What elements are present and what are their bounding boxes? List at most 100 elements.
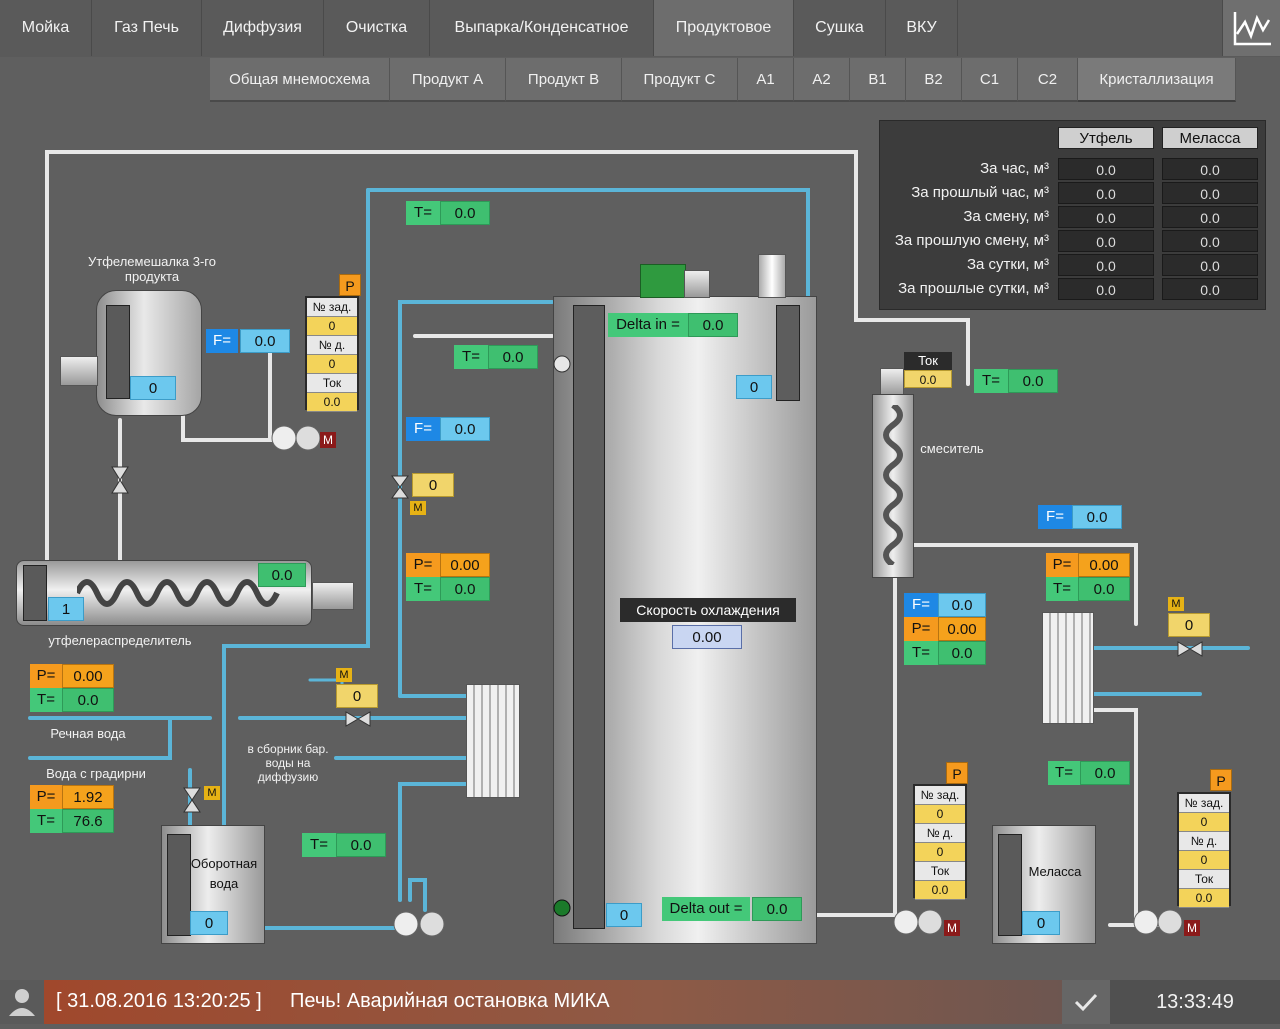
act-no-value: 0 <box>1179 851 1229 870</box>
pump-icon-3 <box>1133 909 1183 935</box>
mixer3-level: 0 <box>130 376 176 400</box>
stats-cell: 0.0 <box>1162 182 1258 204</box>
t-label-r2: T= <box>904 641 938 665</box>
valve-mid-value[interactable]: 0 <box>412 473 454 497</box>
p-r2-value: 0.00 <box>938 617 986 641</box>
cooling-rate-value: 0.00 <box>672 625 742 649</box>
t-tower-value: 76.6 <box>62 809 114 833</box>
acknowledge-button[interactable] <box>1062 980 1110 1024</box>
valve-right-value[interactable]: 0 <box>1168 613 1210 637</box>
set-no-value: 0 <box>1179 813 1229 832</box>
stats-row-label: За сутки, м³ <box>966 256 1049 273</box>
p-tower-value: 1.92 <box>62 785 114 809</box>
p-right-value: 0.00 <box>1078 553 1130 577</box>
valve-icon-mid[interactable] <box>390 474 410 500</box>
p-tag-3[interactable]: P <box>1210 769 1232 791</box>
alarm-message: Печь! Аварийная остановка МИКА <box>290 990 610 1012</box>
indicator-light-top-icon <box>553 355 571 373</box>
t-label-feed: T= <box>454 345 488 369</box>
pump-control-3[interactable]: № зад. 0 № д. 0 Ток 0.0 <box>1177 792 1231 908</box>
valve-river-value[interactable]: 0 <box>336 684 378 708</box>
distributor-value: 0.0 <box>258 563 306 587</box>
stats-cell: 0.0 <box>1058 230 1154 252</box>
t-label-r3: T= <box>1048 761 1080 785</box>
delta-out-label: Delta out = <box>662 897 750 921</box>
stats-header-utfel: Утфель <box>1058 127 1154 149</box>
t-top-value: 0.0 <box>440 201 490 225</box>
tank-level-top: 0 <box>736 375 772 399</box>
stats-row-label: За час, м³ <box>980 160 1049 177</box>
mixer-screw <box>872 394 914 578</box>
act-no-label: № д. <box>915 824 965 843</box>
p-label-r2: P= <box>904 617 938 641</box>
t-feed-value: 0.0 <box>488 345 538 369</box>
circulating-water-level: 0 <box>190 911 228 935</box>
valve-icon-tower[interactable] <box>182 786 202 814</box>
clock: 13:33:49 <box>1110 980 1280 1024</box>
tok-label: Ток <box>915 862 965 881</box>
pump-control-2[interactable]: № зад. 0 № д. 0 Ток 0.0 <box>913 784 967 900</box>
pump-control-1[interactable]: № зад. 0 № д. 0 Ток 0.0 <box>305 296 359 412</box>
indicator-light-bottom-icon <box>553 899 571 917</box>
tok-label-mixer: Ток <box>904 352 952 370</box>
t-mid-value: 0.0 <box>440 577 490 601</box>
tank-gearbox-icon <box>684 270 710 298</box>
delta-in-label: Delta in = <box>608 313 688 337</box>
motor-tag-tower: M <box>204 786 220 800</box>
valve-icon-river[interactable] <box>344 710 372 728</box>
t-label-bottom: T= <box>302 833 336 857</box>
stats-cell: 0.0 <box>1058 182 1154 204</box>
tok-label: Ток <box>307 374 357 393</box>
p-label-river: P= <box>30 664 62 688</box>
stats-cell: 0.0 <box>1058 278 1154 300</box>
cooling-rate-label: Скорость охлаждения <box>620 598 796 622</box>
label-distributor: утфелераспределитель <box>48 633 192 648</box>
stats-row-label: За прошлый час, м³ <box>911 184 1049 201</box>
t-r3-value: 0.0 <box>1080 761 1130 785</box>
act-no-value: 0 <box>915 843 965 862</box>
stats-row-label: За смену, м³ <box>963 208 1049 225</box>
tok-value: 0.0 <box>307 393 357 412</box>
p-tag-2[interactable]: P <box>946 762 968 784</box>
user-button[interactable] <box>0 980 44 1024</box>
molasses-level: 0 <box>1022 911 1060 935</box>
f-label-r2: F= <box>904 593 938 617</box>
stats-cell: 0.0 <box>1162 230 1258 252</box>
alarm-banner[interactable]: [ 31.08.2016 13:20:25 ] Печь! Аварийная … <box>44 980 1062 1024</box>
stats-cell: 0.0 <box>1162 254 1258 276</box>
t-mixer-value: 0.0 <box>1008 369 1058 393</box>
delta-in-value: 0.0 <box>688 313 738 337</box>
motor-tag-3: M <box>1184 920 1200 936</box>
tank-drive-motor-icon <box>640 264 686 298</box>
f-mixer3-value: 0.0 <box>240 329 290 353</box>
motor-tag-1: M <box>320 432 336 448</box>
stats-header-melassa: Меласса <box>1162 127 1258 149</box>
t-label-river: T= <box>30 688 62 712</box>
production-stats-panel: Утфель Меласса За час, м³ 0.0 0.0 За про… <box>879 120 1266 310</box>
tok-label: Ток <box>1179 870 1229 889</box>
label-circulating-water: Оборотная вода <box>190 856 258 891</box>
t-label-mid: T= <box>406 577 440 601</box>
set-no-value: 0 <box>307 317 357 336</box>
mixer-motor-icon <box>880 368 904 396</box>
label-river-water: Речная вода <box>50 726 126 741</box>
act-no-value: 0 <box>307 355 357 374</box>
tok-value: 0.0 <box>915 881 965 900</box>
t-label-top: T= <box>406 201 440 225</box>
mixer3-motor-icon <box>60 356 98 386</box>
f-label-right: F= <box>1038 505 1072 529</box>
stats-cell: 0.0 <box>1162 278 1258 300</box>
set-no-label: № зад. <box>307 298 357 317</box>
tok-mixer-value: 0.0 <box>904 370 952 388</box>
valve-icon-1[interactable] <box>110 465 130 495</box>
p-tag-1[interactable]: P <box>339 274 361 296</box>
valve-icon-right[interactable] <box>1176 640 1204 658</box>
label-mixer3: Утфелемешалка 3-го продукта <box>88 254 216 284</box>
set-no-label: № зад. <box>915 786 965 805</box>
motor-tag-mid: M <box>410 501 426 515</box>
t-river-value: 0.0 <box>62 688 114 712</box>
tank-level-bottom: 0 <box>606 903 642 927</box>
stats-cell: 0.0 <box>1058 206 1154 228</box>
distributor-motor-icon <box>312 582 354 610</box>
label-to-collector: в сборник бар. воды на диффузию <box>247 742 329 784</box>
